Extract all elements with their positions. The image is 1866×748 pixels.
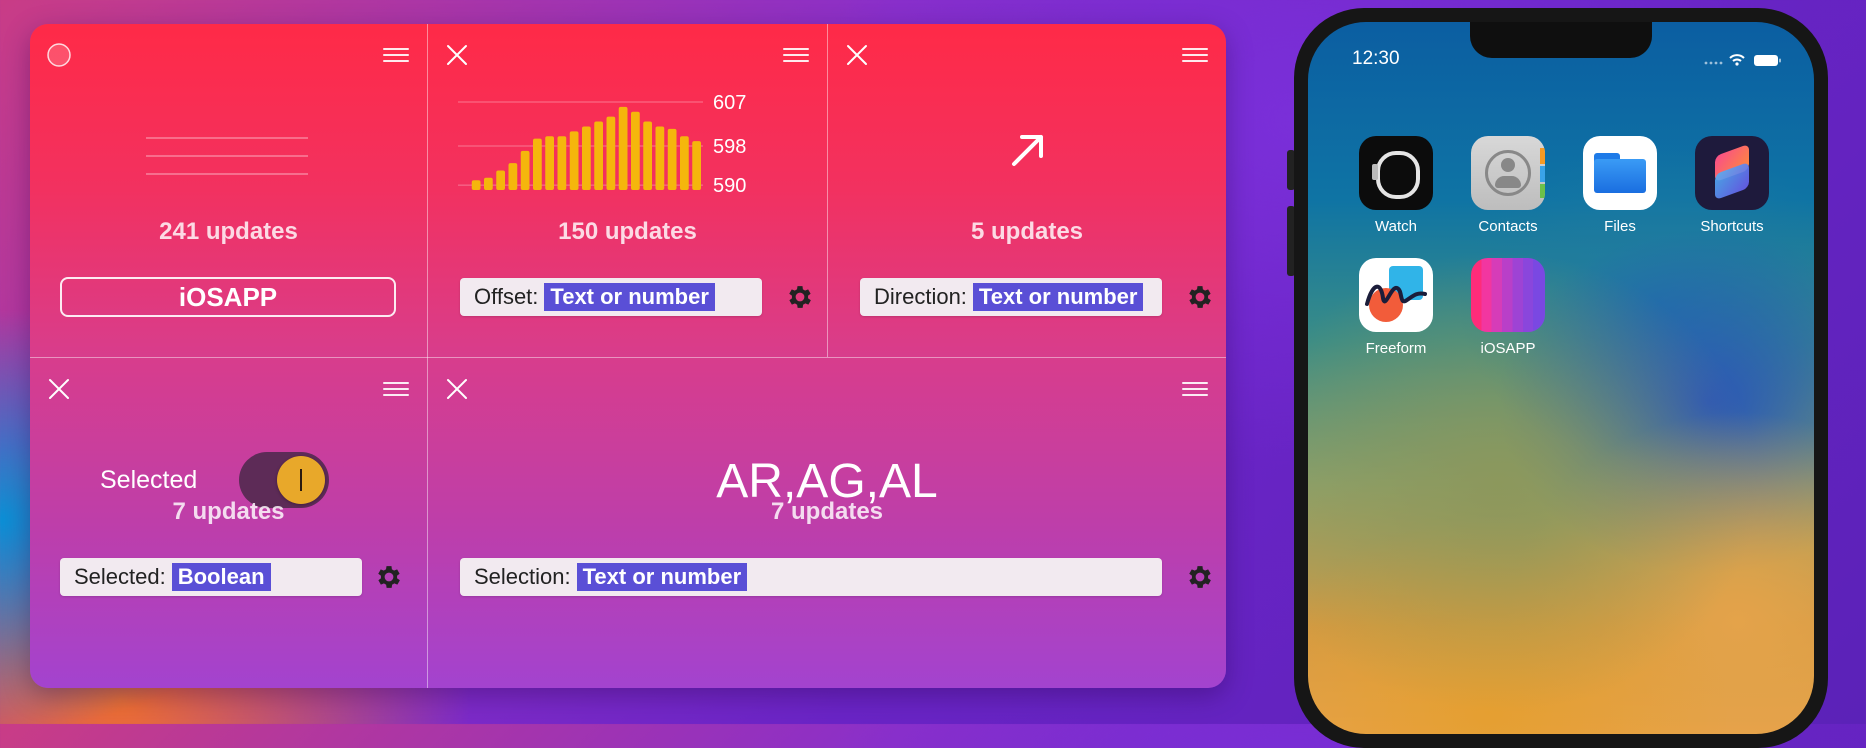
selected-field[interactable]: Selected: Boolean (60, 558, 362, 596)
field-label: Direction: (874, 284, 967, 309)
gear-icon[interactable] (785, 282, 815, 312)
chart-bar (545, 136, 554, 190)
app-label: Freeform (1365, 340, 1427, 357)
close-icon[interactable] (46, 376, 72, 402)
chart-bar (692, 141, 701, 190)
wifi-icon (1729, 54, 1745, 62)
chart-bar (594, 121, 603, 190)
update-count: 7 updates (770, 498, 884, 525)
update-count: 150 updates (558, 218, 697, 245)
menu-icon[interactable] (783, 48, 809, 64)
close-icon[interactable] (844, 42, 870, 68)
menu-icon[interactable] (383, 48, 409, 64)
app-iosapp[interactable]: iOSAPP (1460, 258, 1556, 357)
update-count: 241 updates (159, 218, 298, 245)
toggle-label: Selected (100, 466, 198, 494)
chart-bar (471, 180, 481, 190)
widget-panel: 241 updates iOSAPP 607 598 590 150 updates… (30, 24, 1226, 688)
field-token[interactable]: Text or number (972, 283, 1144, 311)
field-label: Selection: (474, 564, 571, 589)
contacts-icon (1471, 136, 1545, 210)
app-watch[interactable]: Watch (1348, 136, 1444, 235)
field-token[interactable]: Text or number (576, 563, 748, 591)
chart-tick-label: 607 (713, 92, 746, 114)
arrow-up-right-icon (1012, 135, 1043, 166)
name-button[interactable]: iOSAPP (60, 277, 396, 317)
chart-bar (618, 106, 628, 190)
app-contacts[interactable]: Contacts (1460, 136, 1556, 235)
chart-bar (643, 121, 652, 190)
home-screen: 12:30 Watch Contacts Files Shortcuts Fre… (1308, 22, 1814, 734)
chart-bar (496, 170, 505, 190)
menu-icon[interactable] (383, 382, 409, 398)
widget-selected-toggle: Selected 7 updates Selected: Boolean (30, 358, 427, 688)
notch (1470, 22, 1652, 58)
offset-field[interactable]: Offset: Text or number (460, 278, 762, 316)
chart-tick-label: 598 (713, 136, 746, 158)
menu-icon[interactable] (1182, 48, 1208, 64)
record-icon[interactable] (46, 42, 72, 68)
direction-field[interactable]: Direction: Text or number (860, 278, 1162, 316)
update-count: 5 updates (970, 218, 1084, 245)
field-token[interactable]: Text or number (544, 283, 715, 311)
gear-icon[interactable] (1185, 282, 1215, 312)
gear-icon[interactable] (374, 562, 404, 592)
watch-icon (1359, 136, 1433, 210)
chart-bar (667, 128, 677, 190)
toggle-knob (277, 456, 325, 504)
app-label: Watch (1375, 218, 1417, 235)
status-time: 12:30 (1352, 48, 1400, 69)
chart-bar (582, 126, 591, 190)
empty-chart-lines (146, 137, 308, 175)
widget-selection: AR,AG,AL 7 updates Selection: Text or nu… (428, 358, 1226, 688)
chart-bar (508, 163, 518, 190)
selection-field[interactable]: Selection: Text or number (460, 558, 1162, 596)
signal-icon (1704, 61, 1723, 65)
iosapp-icon (1471, 258, 1545, 332)
toggle-on-mark (300, 469, 302, 491)
widget-direction: 5 updates Direction: Text or number (828, 24, 1226, 357)
status-bar-icons (1704, 54, 1781, 66)
chart-bar (569, 131, 579, 190)
chart-bar (533, 138, 542, 190)
field-label: Offset: (474, 284, 539, 309)
chart-bar (520, 150, 530, 190)
menu-icon[interactable] (1182, 382, 1208, 398)
chart-bar (655, 126, 665, 190)
chart-bar (557, 136, 567, 190)
shortcuts-icon (1695, 136, 1769, 210)
field-label: Selected: (74, 564, 166, 589)
app-shortcuts[interactable]: Shortcuts (1684, 136, 1780, 235)
chart-tick-label: 590 (713, 175, 746, 197)
app-label: Contacts (1478, 218, 1538, 235)
app-label: Shortcuts (1700, 218, 1764, 235)
chart-bar (484, 177, 493, 190)
battery-icon (1754, 55, 1778, 66)
widget-name: 241 updates iOSAPP (30, 24, 427, 357)
widget-offset: 607 598 590 150 updates Offset: Text or nu… (428, 24, 827, 357)
phone-simulator: 12:30 Watch Contacts Files Shortcuts Fre… (1294, 8, 1828, 748)
update-count: 7 updates (172, 498, 285, 525)
files-icon (1583, 136, 1657, 210)
close-icon[interactable] (444, 376, 470, 402)
app-freeform[interactable]: Freeform (1348, 258, 1444, 357)
app-files[interactable]: Files (1572, 136, 1668, 235)
close-icon[interactable] (444, 42, 470, 68)
freeform-icon (1359, 258, 1433, 332)
bar-chart: 607 598 590 (458, 92, 746, 197)
field-token[interactable]: Boolean (171, 563, 271, 591)
app-label: Files (1604, 218, 1636, 235)
chart-bar (631, 111, 640, 190)
app-label: iOSAPP (1480, 340, 1536, 357)
chart-bar (606, 116, 616, 190)
gear-icon[interactable] (1185, 562, 1215, 592)
chart-bar (680, 136, 689, 190)
